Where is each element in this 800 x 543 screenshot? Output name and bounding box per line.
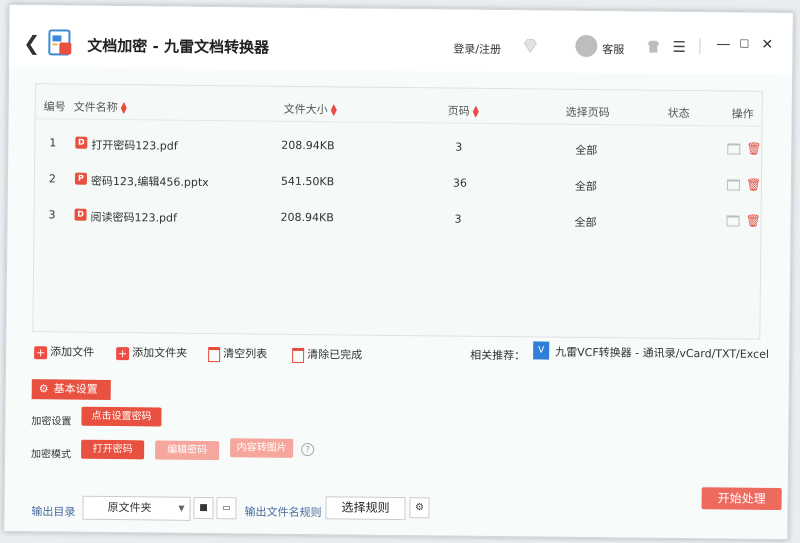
gear-icon: ⚙ — [38, 382, 49, 396]
row-index: 1 — [49, 136, 57, 150]
sort-icon[interactable]: ▲ ▼ — [331, 102, 337, 117]
clear-list-icon — [208, 346, 221, 362]
table-row[interactable]: 3 D 阅读密码123.pdf 208.94KB 3 全部 🗑 — [34, 196, 761, 240]
mode-open-password-button[interactable]: 打开密码 — [81, 439, 145, 460]
help-icon[interactable]: ? — [301, 442, 315, 457]
output-dir-label: 输出目录 — [31, 505, 76, 519]
delete-icon[interactable]: 🗑 — [745, 214, 760, 228]
add-file-label: 添加文件 — [50, 345, 95, 359]
header-select-pages: 选择页码 — [565, 105, 610, 120]
header-pages-label: 页码 — [447, 104, 470, 118]
clear-done-label: 清除已完成 — [307, 348, 363, 362]
clear-list-button[interactable]: 清空列表 — [208, 345, 267, 362]
row-select-pages[interactable]: 全部 — [574, 214, 596, 230]
table-header: 编号 文件名称 ▲ ▼ 文件大小 ▲ ▼ 页码 ▲ ▼ 选择页码 状态 操作 — [35, 84, 762, 127]
header-size[interactable]: 文件大小 ▲ ▼ — [283, 101, 337, 117]
start-process-button[interactable]: 开始处理 — [701, 487, 782, 511]
sort-icon[interactable]: ▲ ▼ — [473, 104, 479, 119]
skin-shirt-icon[interactable] — [646, 40, 660, 53]
open-folder-icon[interactable] — [726, 215, 740, 227]
row-pages: 36 — [452, 176, 468, 190]
add-folder-icon: + — [116, 346, 130, 360]
file-table: 编号 文件名称 ▲ ▼ 文件大小 ▲ ▼ 页码 ▲ ▼ 选择页码 状态 操作 1 D 打开密… — [32, 83, 763, 340]
row-filename: 打开密码123.pdf — [91, 138, 178, 153]
row-pages: 3 — [454, 212, 462, 226]
row-size: 208.94KB — [280, 210, 334, 225]
back-icon[interactable]: ❮ — [23, 31, 40, 55]
delete-icon[interactable]: 🗑 — [746, 142, 761, 156]
window-separator — [699, 38, 701, 55]
maximize-button[interactable]: ☐ — [739, 38, 749, 51]
header-index: 编号 — [43, 100, 66, 114]
app-logo-icon — [48, 29, 72, 56]
sort-icon[interactable]: ▲ ▼ — [121, 100, 127, 115]
row-size: 541.50KB — [280, 174, 335, 189]
app-title: 文档加密 - 九雷文档转换器 — [87, 36, 270, 57]
select-rule-button[interactable]: 选择规则 — [325, 496, 406, 521]
chevron-down-icon: ▼ — [178, 503, 185, 513]
customer-service-avatar[interactable] — [575, 34, 598, 58]
pdf-file-icon: D — [74, 208, 87, 221]
related-link[interactable]: 九雷VCF转换器 - 通讯录/vCard/TXT/Excel — [555, 344, 769, 362]
add-folder-label: 添加文件夹 — [132, 346, 188, 360]
output-dir-value: 原文件夹 — [107, 500, 152, 515]
header-ops: 操作 — [731, 107, 754, 121]
add-folder-button[interactable]: + 添加文件夹 — [116, 344, 187, 361]
open-folder-icon[interactable] — [726, 179, 740, 191]
row-index: 2 — [48, 172, 57, 186]
clear-list-label: 清空列表 — [223, 347, 268, 361]
browse-folder-button[interactable]: ▭ — [216, 497, 237, 520]
row-select-pages[interactable]: 全部 — [575, 142, 597, 158]
open-folder-icon[interactable] — [727, 143, 741, 155]
encrypt-mode-label: 加密模式 — [31, 449, 72, 461]
login-link[interactable]: 登录/注册 — [453, 41, 501, 57]
delete-icon[interactable]: 🗑 — [746, 178, 761, 192]
rule-settings-gear-icon[interactable]: ⚙ — [409, 497, 430, 519]
row-select-pages[interactable]: 全部 — [575, 178, 597, 194]
vcf-app-icon[interactable]: V — [533, 341, 550, 360]
ppt-file-icon: P — [74, 172, 88, 185]
output-dir-select[interactable]: 原文件夹 ▼ — [82, 495, 191, 521]
header-name[interactable]: 文件名称 ▲ ▼ — [73, 99, 127, 115]
clear-done-icon — [292, 347, 305, 363]
basic-settings-label: 基本设置 — [53, 382, 98, 396]
open-output-folder-button[interactable]: ■ — [193, 496, 214, 520]
close-button[interactable]: ✕ — [761, 37, 773, 53]
row-size: 208.94KB — [281, 138, 335, 153]
mode-edit-password-button[interactable]: 编辑密码 — [155, 440, 220, 461]
header-name-label: 文件名称 — [73, 100, 118, 115]
clear-done-button[interactable]: 清除已完成 — [292, 346, 362, 363]
title-bar: ❮ 文档加密 - 九雷文档转换器 登录/注册 客服 ☰ — ☐ ✕ — [9, 4, 793, 76]
header-status: 状态 — [667, 106, 690, 121]
header-pages[interactable]: 页码 ▲ ▼ — [448, 103, 479, 119]
header-size-label: 文件大小 — [283, 102, 328, 117]
add-file-icon: + — [34, 345, 48, 359]
rule-label: 输出文件名规则 — [244, 505, 322, 520]
row-index: 3 — [48, 208, 56, 222]
pdf-file-icon: D — [75, 136, 88, 149]
mode-content-to-image-button[interactable]: 内容转图片 — [230, 438, 294, 458]
encrypt-settings-label: 加密设置 — [31, 416, 72, 428]
minimize-button[interactable]: — — [716, 36, 730, 52]
menu-icon[interactable]: ☰ — [672, 38, 686, 56]
app-window: ❮ 文档加密 - 九雷文档转换器 登录/注册 客服 ☰ — ☐ ✕ 编号 文件名… — [3, 3, 794, 541]
vip-diamond-icon[interactable] — [521, 37, 539, 55]
row-filename: 密码123,编辑456.pptx — [90, 174, 209, 190]
add-file-button[interactable]: + 添加文件 — [34, 343, 94, 360]
related-label: 相关推荐： — [470, 348, 526, 363]
row-pages: 3 — [455, 140, 463, 154]
set-password-button[interactable]: 点击设置密码 — [81, 406, 162, 427]
customer-service-label[interactable]: 客服 — [602, 41, 624, 57]
row-filename: 阅读密码123.pdf — [90, 210, 177, 225]
basic-settings-tab[interactable]: ⚙ 基本设置 — [31, 379, 111, 400]
